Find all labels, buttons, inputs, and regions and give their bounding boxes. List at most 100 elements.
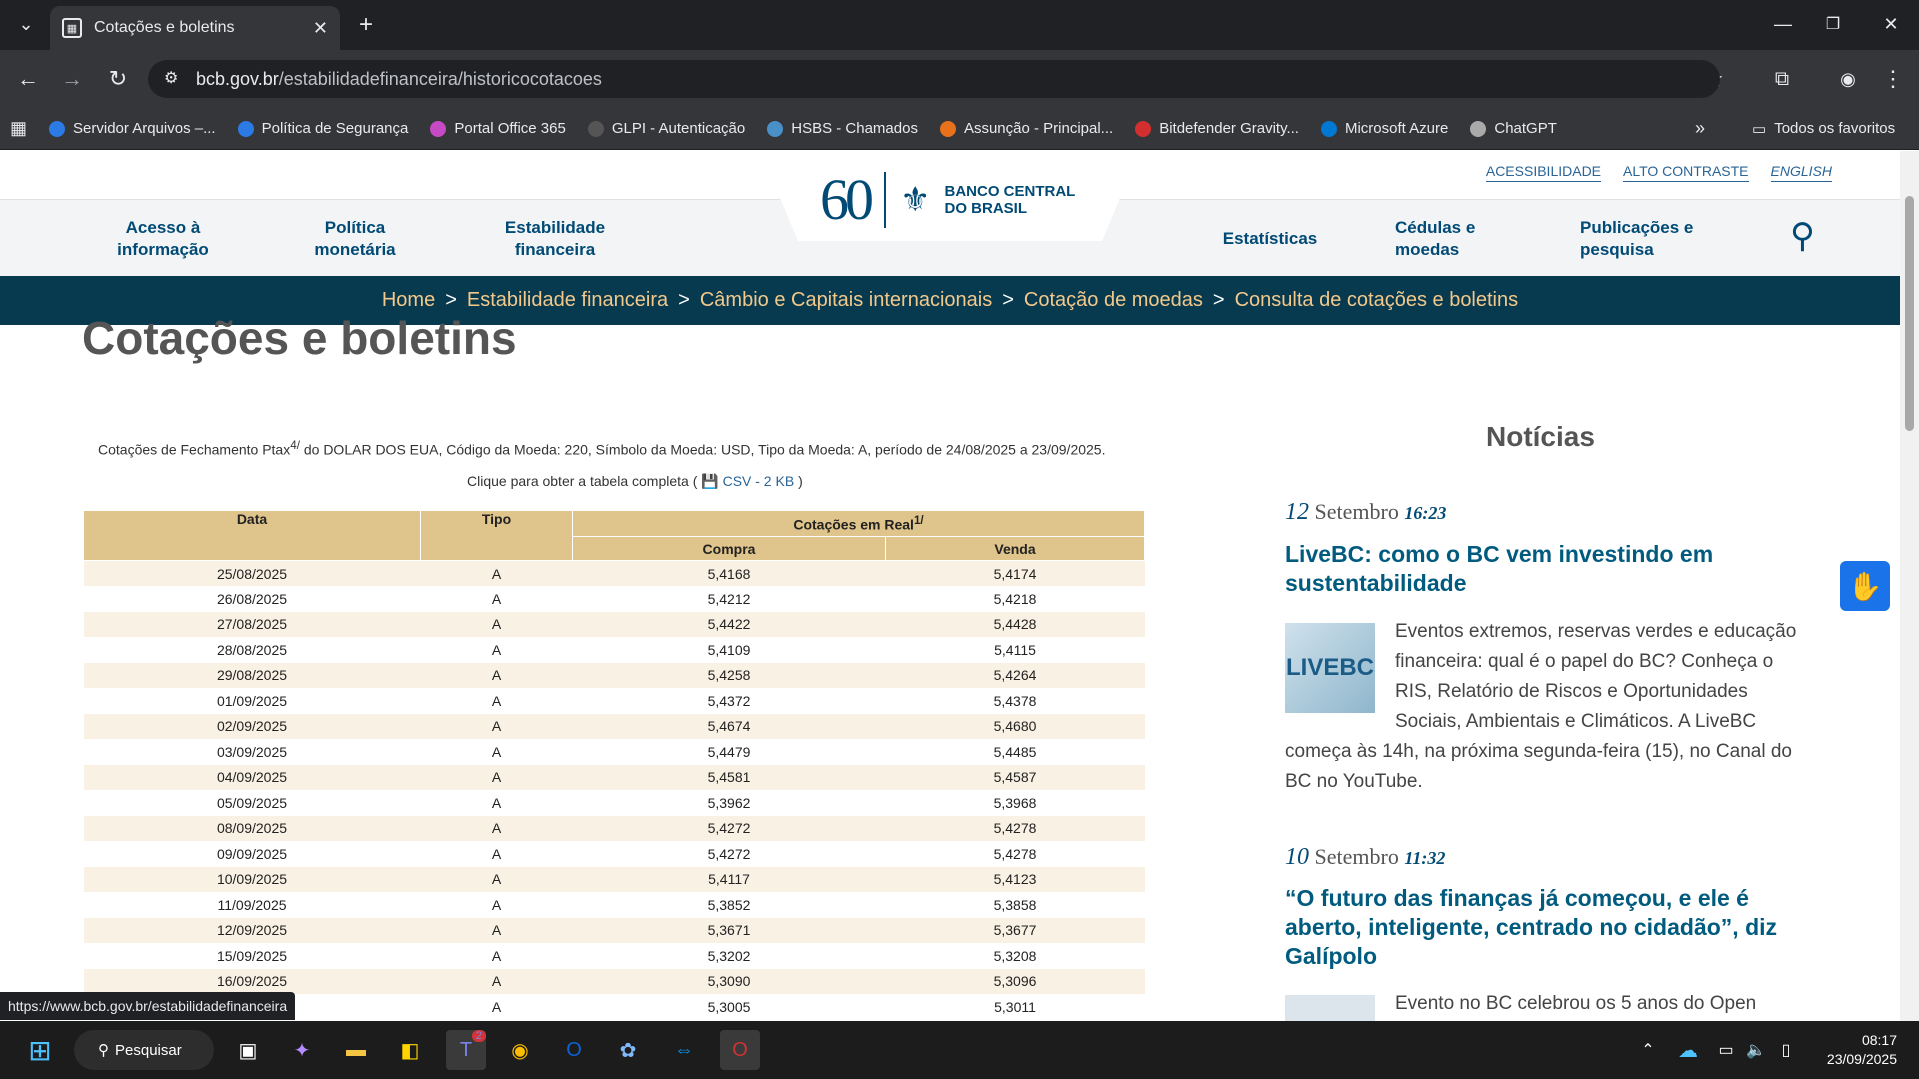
- news-title[interactable]: “O futuro das finanças já começou, e ele…: [1285, 884, 1805, 971]
- site-info-icon[interactable]: ⚙: [164, 68, 178, 88]
- tab-search-icon[interactable]: ⌄: [8, 6, 44, 42]
- scrollbar-thumb[interactable]: [1905, 196, 1914, 431]
- english-link[interactable]: ENGLISH: [1770, 163, 1832, 182]
- bookmark-item[interactable]: Política de Segurança: [237, 120, 408, 137]
- battery-icon[interactable]: ▯: [1766, 1030, 1806, 1070]
- close-tab-icon[interactable]: ✕: [313, 18, 328, 39]
- news-date: 10 Setembro 11:32: [1285, 844, 1446, 870]
- nav-publicacoes-pesquisa[interactable]: Publicações e pesquisa: [1580, 217, 1710, 261]
- folder-icon: ▭: [1752, 120, 1767, 138]
- address-bar[interactable]: ⚙ bcb.gov.br/estabilidadefinanceira/hist…: [148, 60, 1720, 98]
- livebc-thumbnail[interactable]: LIVEBC: [1285, 623, 1375, 713]
- logo-name: BANCO CENTRAL DO BRASIL: [944, 182, 1076, 217]
- apps-grid-icon[interactable]: ▦: [10, 118, 27, 139]
- bookmark-item[interactable]: ChatGPT: [1470, 120, 1557, 137]
- bookmark-icon: [1320, 120, 1337, 137]
- bookmark-item[interactable]: HSBS - Chamados: [767, 120, 918, 137]
- bookmark-item[interactable]: Bitdefender Gravity...: [1135, 120, 1299, 137]
- more-bookmarks-icon[interactable]: »: [1695, 118, 1705, 139]
- breadcrumb-cotacao-moedas[interactable]: Cotação de moedas: [1024, 289, 1203, 312]
- profile-avatar[interactable]: ◉: [1830, 61, 1866, 97]
- file-explorer-icon[interactable]: ▬: [336, 1030, 376, 1070]
- accessibility-link[interactable]: ACESSIBILIDADE: [1485, 163, 1602, 182]
- sticky-notes-icon[interactable]: ◧: [390, 1030, 430, 1070]
- teamviewer-icon[interactable]: ⇔: [664, 1030, 704, 1070]
- table-row: 15/09/2025 A 5,3202 5,3208: [83, 943, 1145, 969]
- bcb-logo[interactable]: 60 ⚜ BANCO CENTRAL DO BRASIL: [820, 166, 1075, 233]
- bookmark-icon: [767, 120, 784, 137]
- show-hidden-icons-icon[interactable]: ⌃: [1628, 1030, 1668, 1070]
- forward-icon[interactable]: →: [54, 61, 90, 97]
- cell-tipo: A: [420, 662, 573, 688]
- cell-compra: 5,3962: [572, 790, 886, 816]
- new-tab-icon[interactable]: +: [348, 7, 384, 43]
- col-header-tipo: Tipo: [420, 510, 573, 561]
- breadcrumb-home[interactable]: Home: [382, 289, 435, 312]
- breadcrumb-separator: >: [1212, 289, 1225, 311]
- task-view-icon[interactable]: ▣: [228, 1030, 268, 1070]
- save-icon[interactable]: 💾: [701, 473, 718, 489]
- cell-date: 05/09/2025: [83, 790, 421, 816]
- minimize-icon[interactable]: —: [1765, 6, 1801, 42]
- cell-venda: 5,4278: [885, 815, 1145, 841]
- taskbar-clock[interactable]: 08:17 23/09/2025: [1827, 1031, 1897, 1069]
- taskbar-search[interactable]: ⚲ Pesquisar: [74, 1030, 214, 1070]
- bookmark-item[interactable]: Portal Office 365: [430, 120, 566, 137]
- breadcrumb-consulta[interactable]: Consulta de cotações e boletins: [1235, 289, 1519, 312]
- extensions-icon[interactable]: ⧉: [1764, 61, 1800, 97]
- table-row: 09/09/2025 A 5,4272 5,4278: [83, 841, 1145, 867]
- reload-icon[interactable]: ↻: [100, 61, 136, 97]
- news-title[interactable]: LiveBC: como o BC vem investindo em sust…: [1285, 540, 1805, 598]
- cell-venda: 5,3208: [885, 943, 1145, 969]
- bookmark-item[interactable]: Microsoft Azure: [1320, 120, 1448, 137]
- windows-start-icon[interactable]: ⊞: [20, 1030, 60, 1070]
- news-thumbnail[interactable]: [1285, 995, 1375, 1021]
- close-window-icon[interactable]: ✕: [1873, 6, 1909, 42]
- bookmark-item[interactable]: GLPI - Autenticação: [587, 120, 745, 137]
- bookmark-item[interactable]: Assunção - Principal...: [939, 120, 1113, 137]
- breadcrumb-cambio[interactable]: Câmbio e Capitais internacionais: [700, 289, 992, 312]
- bookmark-item[interactable]: Servidor Arquivos –...: [49, 120, 216, 137]
- teams-icon[interactable]: T2: [446, 1030, 486, 1070]
- cell-venda: 5,3011: [885, 994, 1145, 1020]
- m365-icon[interactable]: ✿: [608, 1030, 648, 1070]
- breadcrumb-estabilidade[interactable]: Estabilidade financeira: [467, 289, 668, 312]
- cell-tipo: A: [420, 968, 573, 994]
- menu-icon[interactable]: ⋮: [1875, 61, 1911, 97]
- cell-venda: 5,4680: [885, 713, 1145, 739]
- back-icon[interactable]: ←: [10, 61, 46, 97]
- cell-compra: 5,4674: [572, 713, 886, 739]
- nav-acesso-informacao[interactable]: Acesso à informação: [98, 217, 228, 261]
- restore-icon[interactable]: ❐: [1815, 6, 1851, 42]
- bookmark-icon: [430, 120, 447, 137]
- nav-estatisticas[interactable]: Estatísticas: [1215, 228, 1325, 250]
- cell-venda: 5,4428: [885, 611, 1145, 637]
- csv-download-link[interactable]: CSV - 2 KB: [723, 473, 795, 489]
- nav-estabilidade-financeira[interactable]: Estabilidade financeira: [500, 217, 610, 261]
- quote-caption: Cotações de Fechamento Ptax4/ do DOLAR D…: [98, 439, 1106, 458]
- page-scrollbar[interactable]: [1900, 151, 1919, 1021]
- nav-cedulas-moedas[interactable]: Cédulas e moedas: [1395, 217, 1495, 261]
- nav-politica-monetaria[interactable]: Política monetária: [300, 217, 410, 261]
- table-row: 04/09/2025 A 5,4581 5,4587: [83, 764, 1145, 790]
- cell-tipo: A: [420, 688, 573, 714]
- cell-tipo: A: [420, 713, 573, 739]
- table-row: 28/08/2025 A 5,4109 5,4115: [83, 637, 1145, 663]
- high-contrast-link[interactable]: ALTO CONTRASTE: [1623, 163, 1749, 182]
- outlook-icon[interactable]: O: [554, 1030, 594, 1070]
- bookmark-icon: [587, 120, 604, 137]
- search-icon[interactable]: ⚲: [1790, 216, 1815, 256]
- sign-language-icon[interactable]: ✋: [1840, 561, 1890, 611]
- copilot-icon[interactable]: ✦: [282, 1030, 322, 1070]
- url-path: /estabilidadefinanceira/historicocotacoe…: [278, 68, 602, 89]
- news-date: 12 Setembro 16:23: [1285, 499, 1447, 525]
- chrome-icon[interactable]: ◉: [500, 1030, 540, 1070]
- bookmark-icon: [49, 120, 66, 137]
- onedrive-icon[interactable]: ☁: [1668, 1030, 1708, 1070]
- logo-60-mark: 60: [820, 167, 874, 232]
- url-host: bcb.gov.br: [196, 68, 279, 89]
- opera-icon[interactable]: O: [720, 1030, 760, 1070]
- active-tab[interactable]: ▦ Cotações e boletins ✕: [50, 6, 340, 50]
- all-bookmarks-folder[interactable]: ▭ Todos os favoritos: [1752, 120, 1895, 138]
- cell-date: 08/09/2025: [83, 815, 421, 841]
